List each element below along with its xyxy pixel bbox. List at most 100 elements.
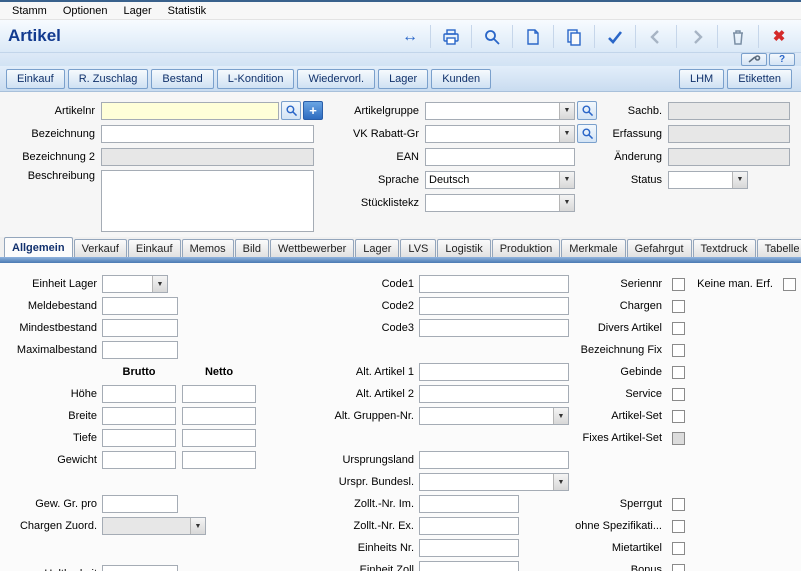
gebinde-checkbox[interactable] [672,366,685,379]
quick-lhm-button[interactable]: LHM [679,69,724,89]
tiefe-netto-input[interactable] [182,429,256,447]
tab-textdruck[interactable]: Textdruck [693,239,756,257]
keine-man-erf-checkbox[interactable] [783,278,796,291]
ohne-spezifikati-label: ohne Spezifikati... [575,520,662,532]
menu-lager[interactable]: Lager [116,5,160,17]
status-combo[interactable]: ▼ [668,171,748,189]
quick-einkauf-button[interactable]: Einkauf [6,69,65,89]
chargen-checkbox[interactable] [672,300,685,313]
tab-verkauf[interactable]: Verkauf [74,239,127,257]
service-checkbox[interactable] [672,388,685,401]
maximalbestand-input[interactable] [102,341,178,359]
quick-wiedervorl-button[interactable]: Wiedervorl. [297,69,375,89]
beschreibung-textarea[interactable] [101,170,314,232]
tab-produktion[interactable]: Produktion [492,239,561,257]
ean-input[interactable] [425,148,575,166]
vk-rabatt-gr-search-button[interactable] [577,124,597,143]
einheit-lager-combo[interactable]: ▼ [102,275,168,293]
help-button[interactable]: ? [769,53,795,66]
artikel-set-row: Artikel-Set [520,407,685,425]
toolbar-separator [594,25,595,48]
new-button[interactable] [515,23,551,50]
search-button[interactable] [474,23,510,50]
sperrgut-checkbox[interactable] [672,498,685,511]
artikelnr-add-button[interactable]: + [303,101,323,120]
tab-tabelle[interactable]: Tabelle [757,239,801,257]
bezeichnung-fix-checkbox[interactable] [672,344,685,357]
breite-brutto-input[interactable] [102,407,176,425]
close-button[interactable]: ✖ [761,23,797,50]
hoehe-brutto-input[interactable] [102,385,176,403]
app-window: Stamm Optionen Lager Statistik Artikel ↔ [0,0,801,571]
sprache-value: Deutsch [429,174,469,186]
artikelnr-search-button[interactable] [281,101,301,120]
tab-logistik[interactable]: Logistik [437,239,490,257]
chevron-down-icon: ▼ [559,103,574,119]
quick-lager-button[interactable]: Lager [378,69,428,89]
stuecklistekz-combo[interactable]: ▼ [425,194,575,212]
vk-rabatt-gr-combo[interactable]: ▼ [425,125,575,143]
einheits-nr-input[interactable] [419,539,519,557]
next-button[interactable] [679,23,715,50]
quick-l-kondition-button[interactable]: L-Kondition [217,69,295,89]
fixes-artikel-set-checkbox [672,432,685,445]
zollt-nr-im-label: Zollt.-Nr. Im. [318,498,414,510]
print-button[interactable] [433,23,469,50]
seriennr-label: Seriennr [620,278,662,290]
menu-stamm[interactable]: Stamm [4,5,55,17]
tab-lvs[interactable]: LVS [400,239,436,257]
einheit-zoll-input[interactable] [419,561,519,571]
tab-einkauf[interactable]: Einkauf [128,239,181,257]
mindestbestand-input[interactable] [102,319,178,337]
tab-lager[interactable]: Lager [355,239,399,257]
mietartikel-checkbox[interactable] [672,542,685,555]
artikelgruppe-combo[interactable]: ▼ [425,102,575,120]
bonus-label: Bonus [631,564,662,571]
tab-wettbewerber[interactable]: Wettbewerber [270,239,354,257]
toolbar-separator [635,25,636,48]
previous-button[interactable] [638,23,674,50]
haltbarkeit-input[interactable] [102,565,178,571]
confirm-button[interactable] [597,23,633,50]
gew-gr-pro-row: Gew. Gr. pro [0,495,300,513]
artikelnr-input[interactable] [101,102,279,120]
gewicht-netto-input[interactable] [182,451,256,469]
quick-r-zuschlag-button[interactable]: R. Zuschlag [68,69,149,89]
breite-netto-input[interactable] [182,407,256,425]
zollt-nr-ex-input[interactable] [419,517,519,535]
swap-button[interactable]: ↔ [392,23,428,50]
gew-gr-pro-input[interactable] [102,495,178,513]
menu-statistik[interactable]: Statistik [160,5,215,17]
ursprungsland-label: Ursprungsland [318,454,414,466]
quick-etiketten-button[interactable]: Etiketten [727,69,792,89]
bezeichnung-input[interactable] [101,125,314,143]
vk-rabatt-gr-label: VK Rabatt-Gr [331,128,419,140]
tab-allgemein[interactable]: Allgemein [4,237,73,257]
artikel-set-checkbox[interactable] [672,410,685,423]
meldebestand-input[interactable] [102,297,178,315]
mindestbestand-row: Mindestbestand [0,319,300,337]
zollt-nr-im-input[interactable] [419,495,519,513]
hoehe-netto-input[interactable] [182,385,256,403]
quick-kunden-button[interactable]: Kunden [431,69,491,89]
divers-artikel-checkbox[interactable] [672,322,685,335]
search-icon [285,104,298,117]
quick-bestand-button[interactable]: Bestand [151,69,213,89]
menu-optionen[interactable]: Optionen [55,5,116,17]
tab-memos[interactable]: Memos [182,239,234,257]
sprache-combo[interactable]: Deutsch▼ [425,171,575,189]
tab-gefahrgut[interactable]: Gefahrgut [627,239,692,257]
status-row: Status ▼ [600,170,800,189]
tab-bild[interactable]: Bild [235,239,269,257]
ohne-spezifikati-checkbox[interactable] [672,520,685,533]
seriennr-checkbox[interactable] [672,278,685,291]
copy-button[interactable] [556,23,592,50]
tiefe-brutto-input[interactable] [102,429,176,447]
beschreibung-row: Beschreibung [0,170,330,232]
delete-button[interactable] [720,23,756,50]
bonus-checkbox[interactable] [672,564,685,571]
artikelgruppe-search-button[interactable] [577,101,597,120]
tab-merkmale[interactable]: Merkmale [561,239,625,257]
gewicht-brutto-input[interactable] [102,451,176,469]
settings-button[interactable] [741,53,767,66]
